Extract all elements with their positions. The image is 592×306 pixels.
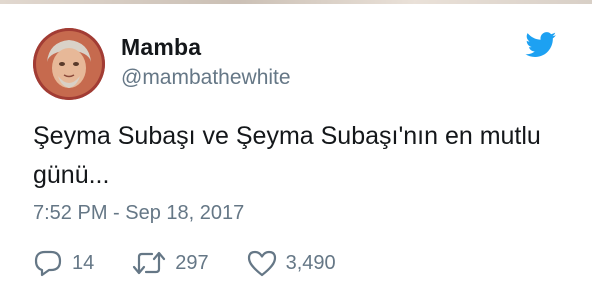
avatar[interactable]: [33, 28, 105, 100]
avatar-photo: [33, 28, 105, 100]
tweet-text: Şeyma Subaşı ve Şeyma Subaşı'nın en mutl…: [33, 122, 541, 189]
reply-icon: [34, 250, 62, 277]
tweet-card: Mamba @mambathewhite Şeyma Subaşı ve Şey…: [0, 0, 592, 306]
like-button[interactable]: 3,490: [247, 249, 336, 277]
tweet-actions: 14 297 3,490: [33, 248, 374, 278]
reply-button[interactable]: 14: [33, 249, 94, 277]
heart-icon: [247, 250, 276, 277]
retweet-count: 297: [175, 251, 209, 274]
retweet-icon: [133, 251, 166, 275]
tweet-timestamp[interactable]: 7:52 PM - Sep 18, 2017: [33, 202, 244, 225]
author-display-name[interactable]: Mamba: [121, 34, 201, 61]
twitter-bird-icon[interactable]: [525, 32, 557, 58]
author-handle[interactable]: @mambathewhite: [121, 66, 291, 90]
top-image-strip: [0, 0, 592, 4]
like-count: 3,490: [285, 251, 336, 274]
retweet-button[interactable]: 297: [132, 250, 209, 276]
reply-count: 14: [72, 251, 95, 274]
